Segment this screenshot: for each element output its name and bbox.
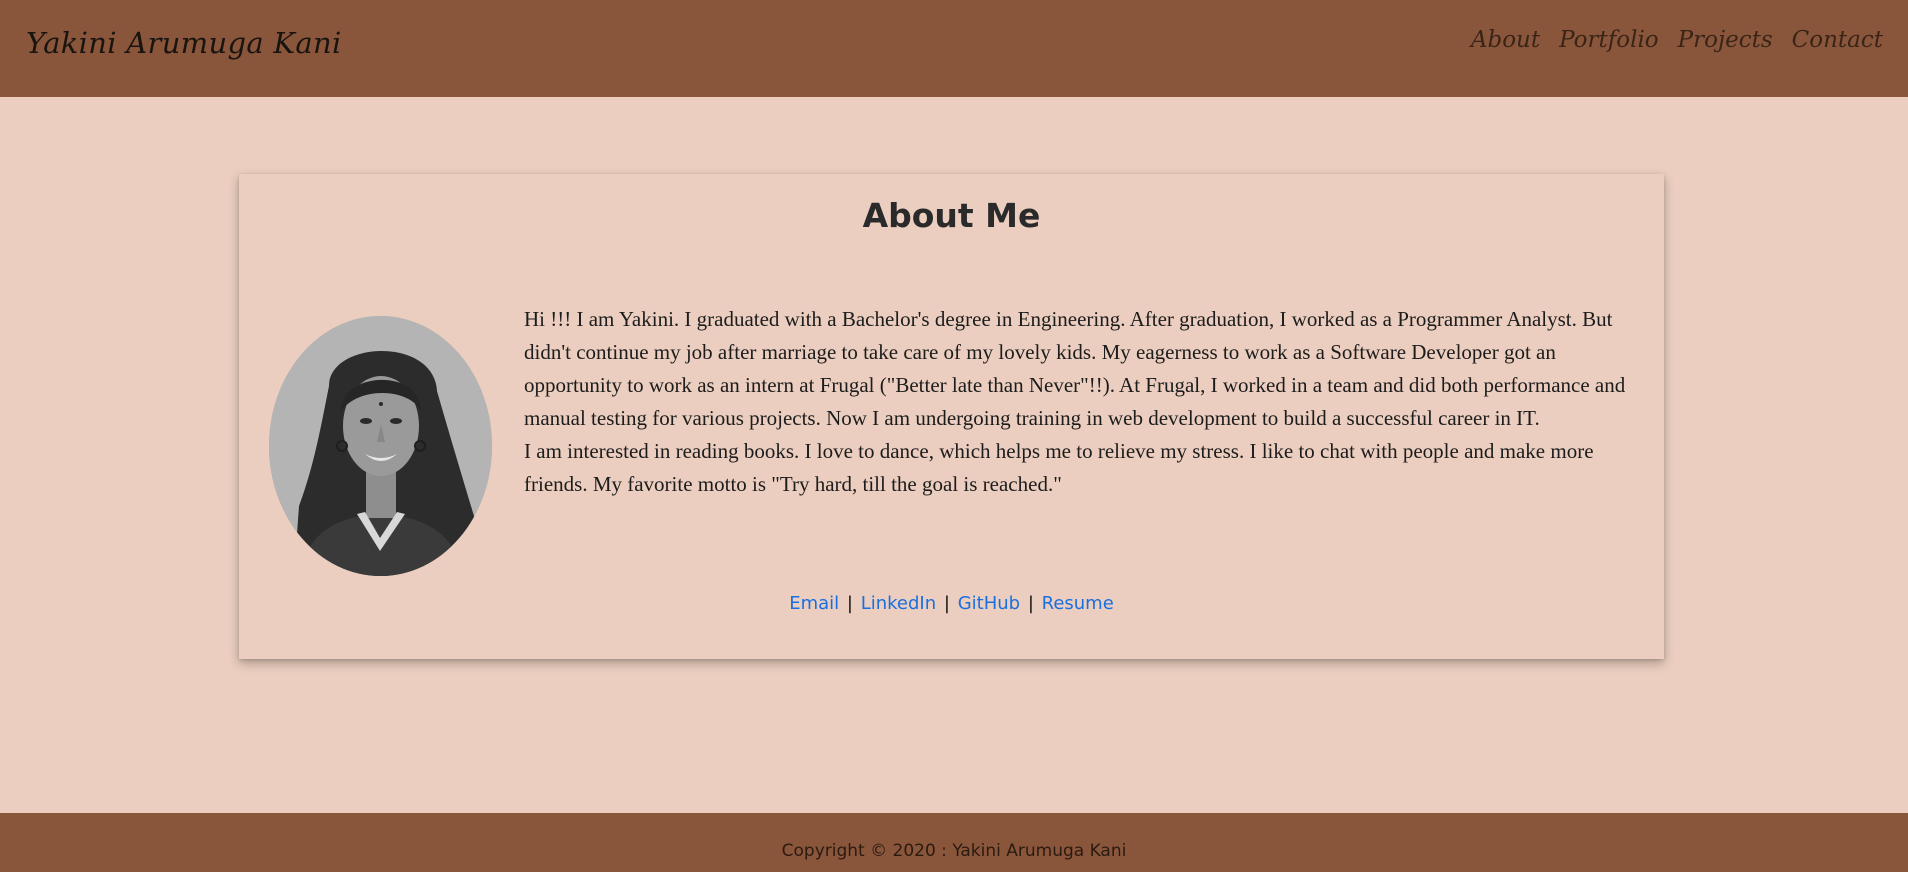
bio-paragraph-1: Hi !!! I am Yakini. I graduated with a B… [524, 307, 1626, 430]
site-footer: Copyright © 2020 : Yakini Arumuga Kani [0, 813, 1908, 872]
github-link[interactable]: GitHub [958, 593, 1020, 614]
nav-contact[interactable]: Contact [1792, 27, 1883, 53]
bio-text: Hi !!! I am Yakini. I graduated with a B… [524, 303, 1634, 501]
resume-link[interactable]: Resume [1042, 593, 1114, 614]
link-separator: | [943, 593, 950, 614]
page-title: About Me [862, 196, 1041, 235]
main-nav: About Portfolio Projects Contact [1471, 27, 1883, 53]
brand-name[interactable]: Yakini Arumuga Kani [26, 26, 342, 60]
linkedin-link[interactable]: LinkedIn [861, 593, 936, 614]
copyright-text: Copyright © 2020 : Yakini Arumuga Kani [781, 841, 1127, 861]
site-header: Yakini Arumuga Kani About Portfolio Proj… [0, 0, 1908, 97]
nav-projects[interactable]: Projects [1678, 27, 1773, 53]
link-separator: | [846, 593, 853, 614]
nav-portfolio[interactable]: Portfolio [1559, 27, 1659, 53]
link-separator: | [1027, 593, 1034, 614]
nav-about[interactable]: About [1471, 27, 1540, 53]
bio-paragraph-2: I am interested in reading books. I love… [524, 439, 1594, 496]
email-link[interactable]: Email [789, 593, 839, 614]
profile-photo [269, 316, 492, 576]
contact-links: Email | LinkedIn | GitHub | Resume [239, 593, 1664, 614]
about-card: About Me Hi !!! I am Yakini. I graduated… [239, 174, 1664, 659]
